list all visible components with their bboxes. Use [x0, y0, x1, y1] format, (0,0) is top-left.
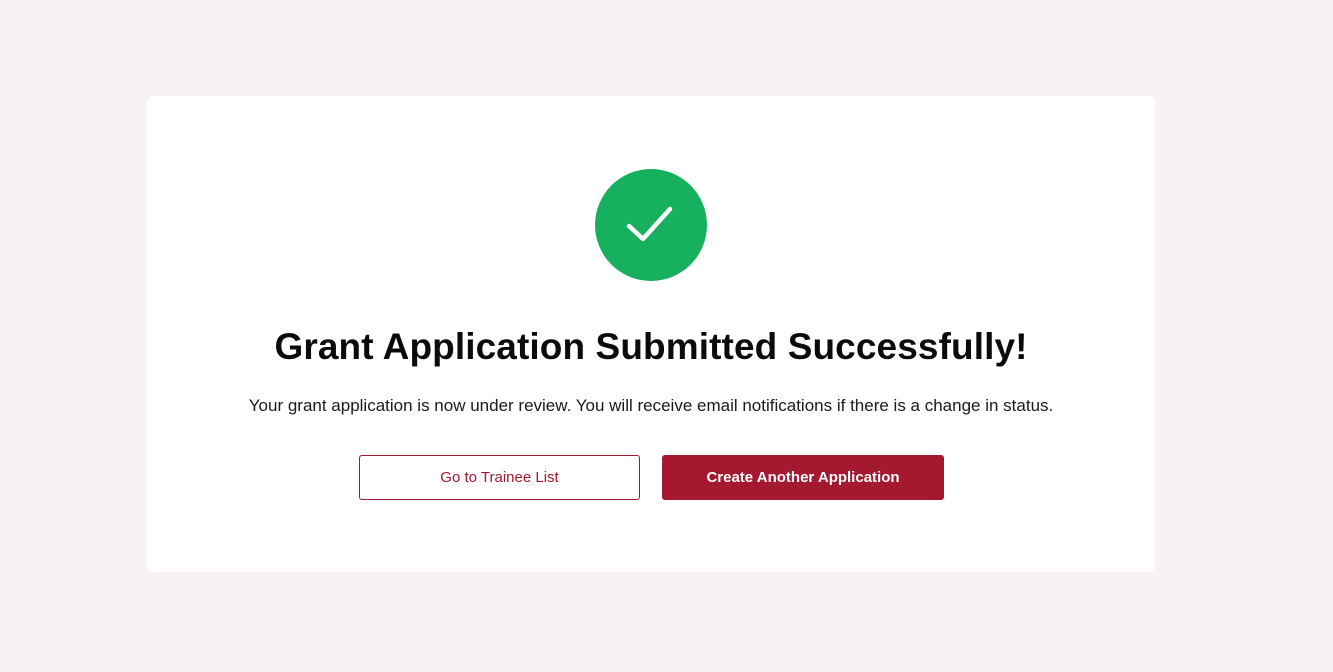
create-another-application-button[interactable]: Create Another Application — [662, 455, 944, 500]
success-badge — [595, 169, 707, 281]
check-icon — [626, 206, 673, 242]
go-to-trainee-list-button[interactable]: Go to Trainee List — [359, 455, 640, 500]
confirmation-card: Grant Application Submitted Successfully… — [147, 96, 1155, 572]
page-title: Grant Application Submitted Successfully… — [274, 326, 1028, 367]
status-message: Your grant application is now under revi… — [248, 396, 1054, 415]
